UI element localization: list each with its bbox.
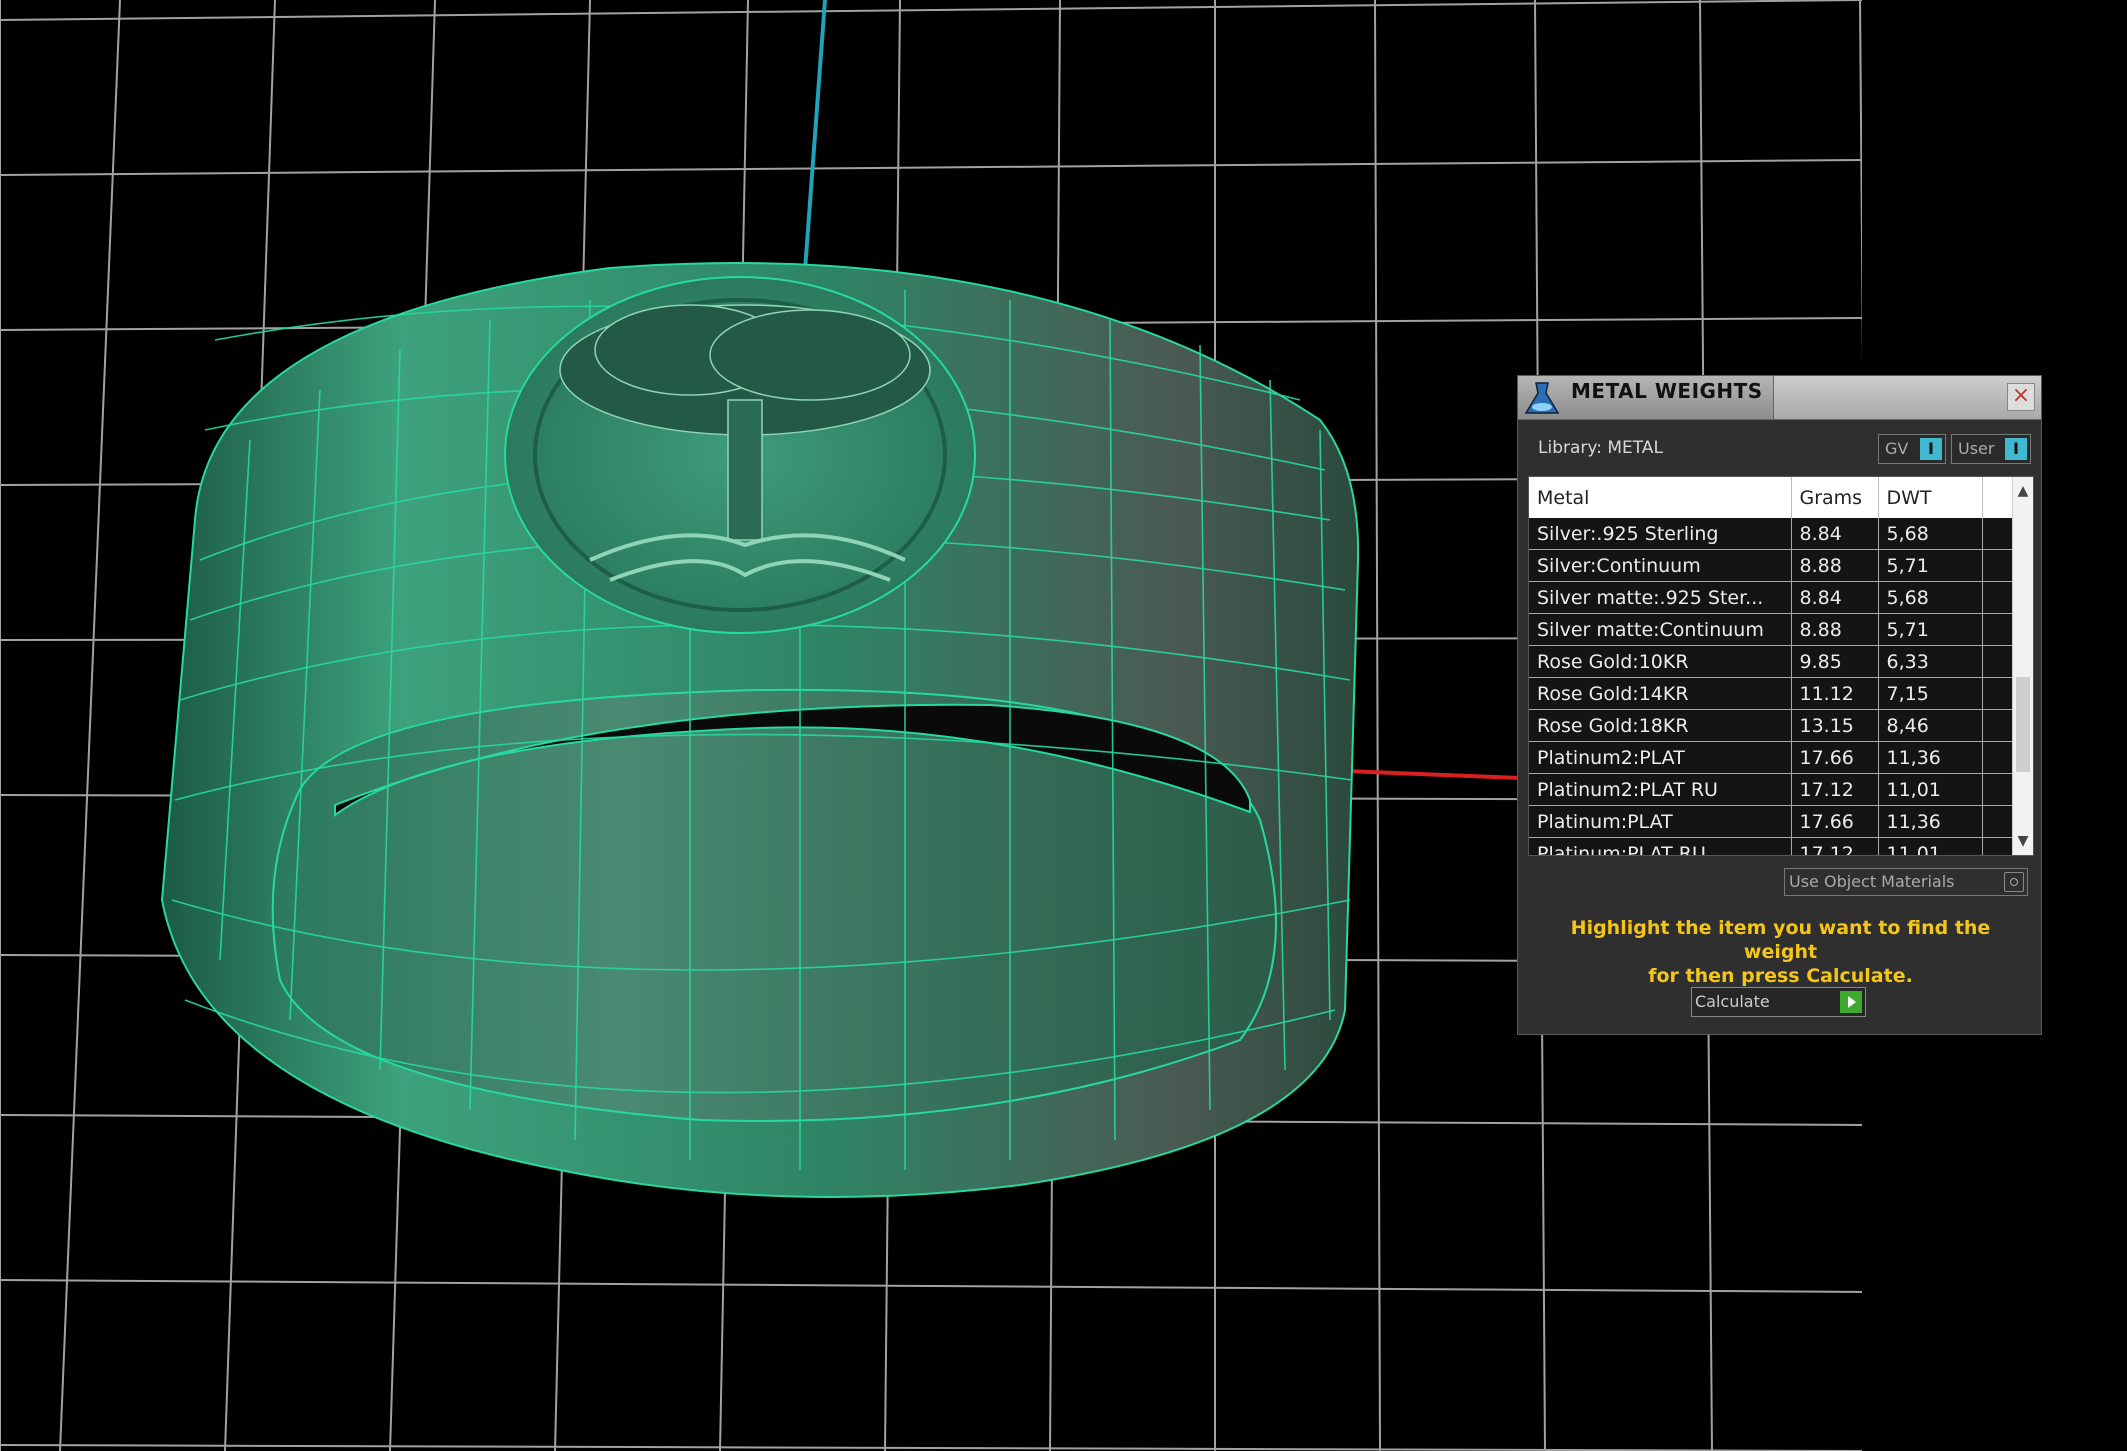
cell-grams: 8.84 — [1791, 518, 1879, 550]
close-button[interactable]: × — [2007, 383, 2035, 411]
metal-table[interactable]: Metal Grams DWT Silver:.925 Sterling 8.84… — [1528, 476, 2034, 856]
cell-grams: 17.66 — [1791, 741, 1879, 774]
cell-grams: 11.12 — [1791, 677, 1879, 710]
cell-metal: Platinum2:PLAT — [1529, 741, 1792, 774]
title-tab: METAL WEIGHTS — [1518, 376, 1774, 419]
flask-icon — [1524, 382, 1560, 414]
cell-dwt: 5,71 — [1878, 613, 1983, 646]
cell-dwt: 5,71 — [1878, 549, 1983, 582]
cell-metal: Platinum:PLAT — [1529, 805, 1792, 838]
cell-dwt: 11,36 — [1878, 741, 1983, 774]
metal-weights-panel: METAL WEIGHTS × Library: METAL GV I User… — [1517, 375, 2042, 1035]
cell-spacer — [1982, 581, 2016, 614]
library-label: Library: METAL — [1538, 438, 1663, 458]
cell-dwt: 8,46 — [1878, 709, 1983, 742]
cell-dwt: 6,33 — [1878, 645, 1983, 678]
calculate-label: Calculate — [1695, 992, 1770, 1011]
cell-spacer — [1982, 613, 2016, 646]
cell-grams: 17.12 — [1791, 773, 1879, 806]
table-row[interactable]: Silver:Continuum 8.88 5,71 — [1529, 549, 2016, 582]
instruction-line-2: for then press Calculate. — [1648, 965, 1913, 987]
calculate-button[interactable]: Calculate — [1691, 987, 1866, 1017]
cell-spacer — [1982, 709, 2016, 742]
cell-grams: 13.15 — [1791, 709, 1879, 742]
play-icon — [1840, 991, 1862, 1013]
table-row[interactable]: Silver:.925 Sterling 8.84 5,68 — [1529, 518, 2016, 550]
cell-metal: Silver:.925 Sterling — [1529, 518, 1792, 550]
cell-grams: 8.84 — [1791, 581, 1879, 614]
cell-dwt: 5,68 — [1878, 518, 1983, 550]
cell-grams: 8.88 — [1791, 613, 1879, 646]
table-row[interactable]: Rose Gold:18KR 13.15 8,46 — [1529, 709, 2016, 742]
cell-spacer — [1982, 549, 2016, 582]
column-header-dwt[interactable]: DWT — [1878, 477, 1983, 518]
user-toggle-knob: I — [2005, 438, 2027, 460]
table-row[interactable]: Silver matte:Continuum 8.88 5,71 — [1529, 613, 2016, 646]
y-axis-line — [803, 0, 827, 271]
gv-toggle[interactable]: GV I — [1878, 434, 1946, 464]
cell-dwt: 11,36 — [1878, 805, 1983, 838]
instruction-line-1: Highlight the item you want to find the … — [1570, 917, 1991, 963]
cell-spacer — [1982, 773, 2016, 806]
panel-titlebar: METAL WEIGHTS × — [1518, 376, 2041, 420]
scroll-thumb[interactable] — [2016, 677, 2030, 772]
cell-dwt: 11,01 — [1878, 837, 1983, 855]
cell-grams: 17.12 — [1791, 837, 1879, 855]
cell-spacer — [1982, 645, 2016, 678]
table-row[interactable]: Platinum:PLAT 17.66 11,36 — [1529, 805, 2016, 838]
ring-model[interactable] — [160, 262, 1360, 1198]
use-object-materials-label: Use Object Materials — [1789, 872, 1955, 891]
gv-toggle-knob: I — [1920, 438, 1942, 460]
user-toggle-label: User — [1958, 439, 1995, 458]
column-header-metal[interactable]: Metal — [1529, 477, 1792, 518]
cell-grams: 8.88 — [1791, 549, 1879, 582]
cell-spacer — [1982, 741, 2016, 774]
cell-metal: Rose Gold:18KR — [1529, 709, 1792, 742]
scroll-up-icon[interactable]: ▲ — [2013, 483, 2033, 499]
cell-metal: Silver matte:.925 Ster... — [1529, 581, 1792, 614]
cell-metal: Rose Gold:14KR — [1529, 677, 1792, 710]
cell-dwt: 11,01 — [1878, 773, 1983, 806]
cell-spacer — [1982, 805, 2016, 838]
table-row[interactable]: Platinum2:PLAT RU 17.12 11,01 — [1529, 773, 2016, 806]
user-toggle[interactable]: User I — [1951, 434, 2031, 464]
cell-grams: 17.66 — [1791, 805, 1879, 838]
cell-metal: Platinum:PLAT RU — [1529, 837, 1792, 855]
cell-spacer — [1982, 677, 2016, 710]
table-row[interactable]: Rose Gold:14KR 11.12 7,15 — [1529, 677, 2016, 710]
gv-toggle-label: GV — [1885, 439, 1909, 458]
cell-dwt: 5,68 — [1878, 581, 1983, 614]
cell-dwt: 7,15 — [1878, 677, 1983, 710]
panel-title: METAL WEIGHTS — [1571, 379, 1763, 403]
table-row[interactable]: Rose Gold:10KR 9.85 6,33 — [1529, 645, 2016, 678]
cell-spacer — [1982, 518, 2016, 550]
table-row[interactable]: Platinum:PLAT RU 17.12 11,01 — [1529, 837, 2016, 855]
table-scrollbar[interactable]: ▲ ▼ — [2012, 477, 2033, 855]
instruction-text: Highlight the item you want to find the … — [1538, 916, 2023, 988]
column-header-spacer — [1982, 477, 2016, 518]
use-object-materials-toggle[interactable]: Use Object Materials — [1784, 868, 2028, 896]
cell-metal: Silver matte:Continuum — [1529, 613, 1792, 646]
table-row[interactable]: Silver matte:.925 Ster... 8.84 5,68 — [1529, 581, 2016, 614]
table-row[interactable]: Platinum2:PLAT 17.66 11,36 — [1529, 741, 2016, 774]
cell-metal: Rose Gold:10KR — [1529, 645, 1792, 678]
radio-icon — [2004, 872, 2024, 892]
cell-metal: Silver:Continuum — [1529, 549, 1792, 582]
cell-grams: 9.85 — [1791, 645, 1879, 678]
column-header-grams[interactable]: Grams — [1791, 477, 1879, 518]
cell-metal: Platinum2:PLAT RU — [1529, 773, 1792, 806]
cell-spacer — [1982, 837, 2016, 855]
scroll-down-icon[interactable]: ▼ — [2013, 833, 2033, 849]
